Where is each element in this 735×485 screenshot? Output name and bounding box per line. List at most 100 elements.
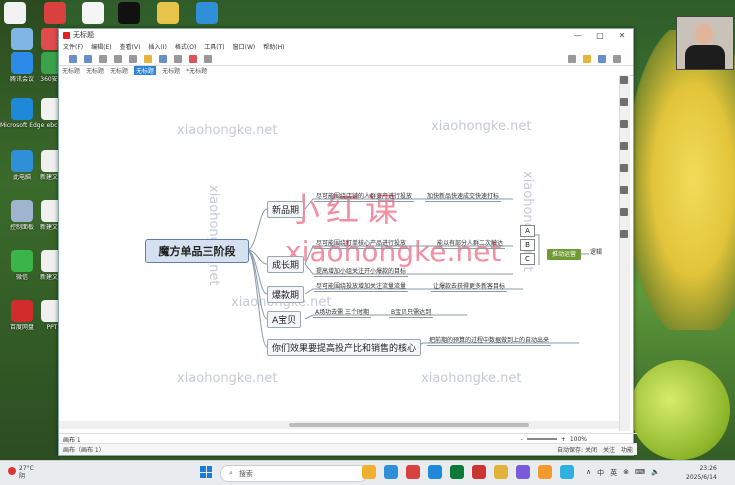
clock-date: 2025/6/14 [686, 474, 717, 481]
floating-topic[interactable]: 推动运营 [547, 249, 581, 260]
new-file-icon[interactable] [69, 54, 77, 63]
scroll-thumb[interactable] [289, 423, 529, 427]
taskbar-search[interactable]: ⌕ 搜索 [220, 465, 368, 482]
undo-icon[interactable] [99, 54, 107, 63]
more-icon[interactable] [204, 54, 212, 63]
leaf-topic[interactable]: 尽可能围绕打单核心产品进行投放 [314, 238, 409, 249]
taskbar-app-icon[interactable] [494, 465, 508, 479]
note-panel-icon[interactable] [620, 164, 628, 172]
taskbar-app-icon[interactable] [428, 465, 442, 479]
desktop-top-icon-1[interactable] [4, 2, 26, 24]
tab-1[interactable]: 无标题 [62, 66, 80, 75]
share-icon[interactable] [598, 54, 606, 63]
taskbar-app-icon[interactable] [384, 465, 398, 479]
minimize-button[interactable]: — [567, 31, 589, 40]
leaf-topic[interactable]: 尽可能围绕投放增加关注流量流量 [314, 281, 409, 292]
branch-core[interactable]: 你们效果要提高投产比和销售的核心 [267, 339, 422, 356]
clock[interactable]: 23:26 2025/6/14 [686, 464, 717, 482]
horizontal-scrollbar[interactable] [59, 421, 619, 429]
follow-button[interactable]: 关注 [603, 445, 615, 454]
close-button[interactable]: ✕ [611, 31, 633, 40]
branch-new-product[interactable]: 新品期 [267, 201, 305, 218]
tab-3[interactable]: 无标题 [110, 66, 128, 75]
system-tray: ∧ 中 英 ⊗ ⌨ 🔈 [586, 468, 660, 478]
tag-a[interactable]: A [520, 225, 535, 237]
desktop-top-icon-4[interactable] [118, 2, 140, 24]
redo-icon[interactable] [114, 54, 122, 63]
desktop-top-icon-6[interactable] [196, 2, 218, 24]
format-panel-icon[interactable] [620, 76, 628, 84]
taskbar-app-icon[interactable] [472, 465, 486, 479]
tab-6[interactable]: *无标题 [186, 66, 207, 75]
filter-icon[interactable] [568, 54, 576, 63]
branch-growth[interactable]: 成长期 [267, 256, 305, 273]
comment-panel-icon[interactable] [620, 208, 628, 216]
menu-edit[interactable]: 编辑(E) [91, 42, 111, 51]
leaf-topic[interactable]: 把前期的预算的过程中数据做到上的自动出来 [427, 335, 552, 346]
tray-overflow-icon[interactable]: ∧ [586, 468, 591, 478]
leaf-topic[interactable]: 尽可能围绕店铺的人群资产进行投放 [314, 191, 415, 202]
tag-b[interactable]: B [520, 239, 535, 251]
style-panel-icon[interactable] [620, 98, 628, 106]
mindmap-canvas[interactable]: xiaohongke.net xiaohongke.net xiaohongke… [59, 75, 619, 431]
leaf-topic[interactable]: B宝贝只需达到 [389, 307, 434, 318]
task-panel-icon[interactable] [620, 230, 628, 238]
image-panel-icon[interactable] [620, 120, 628, 128]
keyboard-icon[interactable]: ⌨ [635, 468, 645, 478]
leaf-topic[interactable]: A场功去需 三个时期 [313, 307, 372, 318]
taskbar-app-icon[interactable] [406, 465, 420, 479]
zoom-slider[interactable] [526, 438, 557, 440]
leaf-topic[interactable]: 提高增加小组关注开小爆款的目标 [314, 266, 409, 277]
idea-icon[interactable] [583, 54, 591, 63]
export-icon[interactable] [613, 54, 621, 63]
wallpaper-banana [630, 30, 735, 330]
outline-panel-icon[interactable] [620, 186, 628, 194]
leaf-topic[interactable]: 能以有部分人群二次触达 [435, 238, 506, 249]
menu-tools[interactable]: 工具(T) [204, 42, 224, 51]
taskbar-app-icon[interactable] [362, 465, 376, 479]
tag-c[interactable]: C [520, 253, 535, 265]
maximize-button[interactable]: □ [589, 31, 611, 40]
volume-icon[interactable]: 🔈 [651, 468, 660, 478]
taskbar-app-icon[interactable] [560, 465, 574, 479]
desktop-top-icon-3[interactable] [82, 2, 104, 24]
window-title: 无标题 [73, 31, 94, 39]
zoom-in-button[interactable]: + [561, 436, 566, 443]
sheet-tab[interactable]: 画布（画布 1） [63, 445, 105, 454]
marker-icon[interactable] [189, 54, 197, 63]
desktop-top-icon-2[interactable] [44, 2, 66, 24]
taskbar-app-icon[interactable] [538, 465, 552, 479]
ime-icon[interactable]: 中 [597, 468, 604, 478]
flag-panel-icon[interactable] [620, 142, 628, 150]
start-button[interactable] [200, 466, 212, 478]
network-icon[interactable]: ⊗ [623, 468, 629, 478]
taskbar-app-icon[interactable] [450, 465, 464, 479]
branch-hot-item[interactable]: 爆款期 [267, 286, 305, 303]
menu-file[interactable]: 文件(F) [63, 42, 83, 51]
format-painter-icon[interactable] [129, 54, 137, 63]
relationship-icon[interactable] [174, 54, 182, 63]
menu-window[interactable]: 窗口(W) [233, 42, 256, 51]
tab-5[interactable]: 无标题 [162, 66, 180, 75]
insert-topic-icon[interactable] [144, 54, 152, 63]
branch-a-product[interactable]: A宝贝 [267, 311, 302, 328]
root-topic[interactable]: 魔方单品三阶段 [145, 239, 249, 263]
tab-2[interactable]: 无标题 [86, 66, 104, 75]
menu-format[interactable]: 格式(O) [175, 42, 196, 51]
zoom-out-button[interactable]: - [521, 436, 523, 443]
tab-4[interactable]: 无标题 [134, 66, 157, 75]
open-file-icon[interactable] [84, 54, 92, 63]
leaf-topic[interactable]: 加快新品快速成交快速打标 [425, 191, 502, 202]
taskbar-app-icon[interactable] [516, 465, 530, 479]
language-icon[interactable]: 英 [610, 468, 617, 478]
menu-view[interactable]: 查看(V) [120, 42, 141, 51]
leaf-topic-far[interactable]: 逻辑 [590, 247, 602, 256]
weather-widget[interactable]: 27°C 阴 [8, 465, 34, 481]
insert-subtopic-icon[interactable] [159, 54, 167, 63]
function-button[interactable]: 功能 [621, 445, 633, 454]
menu-insert[interactable]: 插入(I) [148, 42, 166, 51]
autosave-status[interactable]: 自动保存: 关闭 [557, 445, 597, 454]
desktop-top-icon-5[interactable] [157, 2, 179, 24]
leaf-topic[interactable]: 让爆款去获得更多新客目标 [431, 281, 508, 292]
menu-help[interactable]: 帮助(H) [263, 42, 284, 51]
